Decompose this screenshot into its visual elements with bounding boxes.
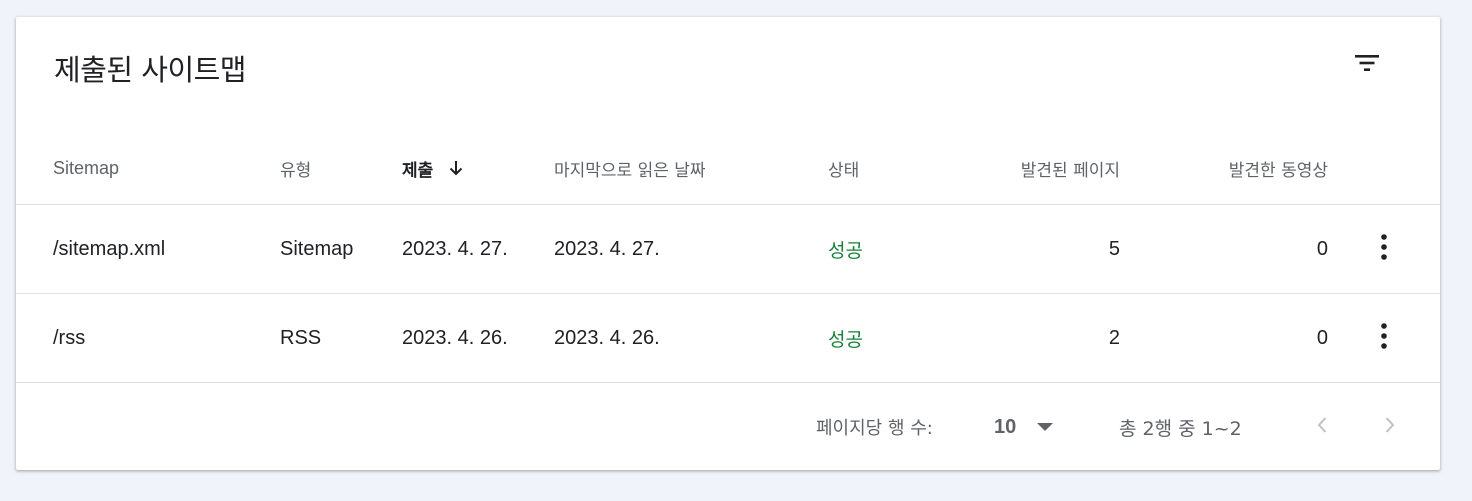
table-header: Sitemap 유형 제출 마지막으로 읽은 날짜 상태 발견된 페이지 발견한… — [16, 132, 1440, 205]
rows-per-page-value: 10 — [994, 415, 1017, 438]
next-page-button[interactable] — [1370, 407, 1410, 447]
row-menu-button[interactable] — [1364, 295, 1404, 382]
status-badge: 성공 — [828, 240, 863, 262]
status-badge: 성공 — [828, 329, 863, 351]
card-title: 제출된 사이트맵 — [54, 53, 246, 87]
dropdown-arrow-icon — [1037, 422, 1054, 432]
column-header-type[interactable]: 유형 — [280, 132, 311, 204]
column-header-last-read[interactable]: 마지막으로 읽은 날짜 — [554, 132, 706, 204]
table-row[interactable]: /sitemap.xml Sitemap 2023. 4. 27. 2023. … — [16, 206, 1440, 294]
sitemap-path: /rss — [53, 327, 86, 349]
sitemap-type: RSS — [280, 327, 322, 349]
videos-found-value: 0 — [1316, 238, 1328, 260]
column-header-submitted-label: 제출 — [402, 160, 434, 181]
pages-found-value: 5 — [1108, 238, 1120, 260]
column-header-submitted[interactable]: 제출 — [402, 132, 465, 204]
more-vert-icon — [1380, 322, 1388, 356]
more-vert-icon — [1380, 233, 1388, 267]
videos-found-value: 0 — [1316, 327, 1328, 349]
previous-page-button[interactable] — [1302, 407, 1342, 447]
column-header-sitemap[interactable]: Sitemap — [53, 132, 119, 204]
pagination-bar: 페이지당 행 수: 10 총 2행 중 1~2 — [16, 384, 1440, 470]
last-read-date: 2023. 4. 27. — [554, 238, 660, 260]
arrow-down-icon — [447, 159, 465, 177]
row-menu-button[interactable] — [1364, 206, 1404, 293]
submitted-sitemaps-card: 제출된 사이트맵 Sitemap 유형 제출 마지막으로 읽은 날짜 상태 발견… — [16, 17, 1440, 470]
chevron-right-icon — [1384, 416, 1396, 439]
submitted-date: 2023. 4. 26. — [402, 327, 508, 349]
column-header-videos-found[interactable]: 발견한 동영상 — [1126, 132, 1328, 204]
rows-per-page-label: 페이지당 행 수: — [816, 418, 933, 439]
pagination-range: 총 2행 중 1~2 — [1119, 417, 1242, 440]
rows-per-page-select[interactable]: 10 — [994, 407, 1068, 447]
table-row[interactable]: /rss RSS 2023. 4. 26. 2023. 4. 26. 성공 2 … — [16, 295, 1440, 383]
sitemap-type: Sitemap — [280, 238, 354, 260]
submitted-date: 2023. 4. 27. — [402, 238, 508, 260]
filter-button[interactable] — [1347, 43, 1387, 83]
column-header-pages-found[interactable]: 발견된 페이지 — [916, 132, 1120, 204]
sitemap-path: /sitemap.xml — [53, 238, 166, 260]
pages-found-value: 2 — [1108, 327, 1120, 349]
filter-list-icon — [1353, 49, 1381, 77]
chevron-left-icon — [1316, 416, 1328, 439]
column-header-status[interactable]: 상태 — [828, 132, 859, 204]
last-read-date: 2023. 4. 26. — [554, 327, 660, 349]
